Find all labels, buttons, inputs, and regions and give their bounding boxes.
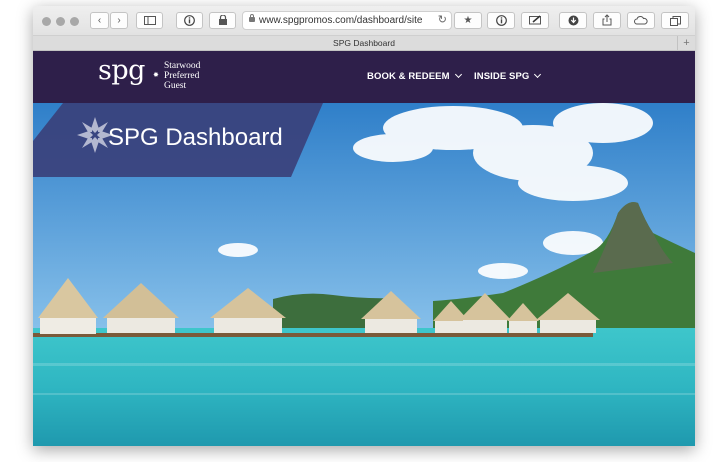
share-button[interactable] (593, 12, 621, 29)
tab-title[interactable]: SPG Dashboard (33, 36, 695, 51)
downloads-button[interactable] (559, 12, 587, 29)
logo-line-3: Guest (164, 81, 187, 91)
cloud-icon (634, 16, 648, 25)
logo-wordmark: spg (98, 55, 145, 86)
info-icon (184, 15, 195, 26)
sidebar-button[interactable] (136, 12, 163, 29)
url-text: www.spgpromos.com/dashboard/site (259, 15, 423, 26)
download-icon (568, 15, 578, 26)
site-navbar: spg ✸ Starwood Preferred Guest BOOK & RE… (33, 51, 695, 103)
logo-line-2: Preferred (164, 71, 200, 81)
reload-icon[interactable]: ↻ (438, 12, 447, 29)
minimize-window-button[interactable] (56, 17, 65, 26)
info-button[interactable] (487, 12, 515, 29)
logo-line-1: Starwood (164, 61, 201, 71)
menu-inside-spg-label: INSIDE SPG (474, 71, 530, 82)
menu-inside-spg[interactable]: INSIDE SPG (474, 70, 542, 82)
chevron-down-icon (534, 70, 542, 79)
share-icon (602, 14, 612, 26)
pencil-icon (528, 15, 541, 25)
page-title: SPG Dashboard (108, 124, 283, 151)
extension-icon (218, 14, 227, 25)
bookmark-button[interactable]: ★ (454, 12, 482, 29)
close-window-button[interactable] (42, 17, 51, 26)
browser-window: ‹ › www.spgpromos.com/dashboard/site ↻ ★ (33, 6, 695, 446)
forward-button[interactable]: › (110, 12, 128, 29)
address-bar[interactable]: www.spgpromos.com/dashboard/site ↻ (242, 11, 452, 30)
zoom-window-button[interactable] (70, 17, 79, 26)
logo-star-icon: ✸ (153, 72, 159, 79)
reader-button[interactable] (176, 12, 203, 29)
icloud-tabs-button[interactable] (627, 12, 655, 29)
logo-tagline: Starwood Preferred Guest (164, 61, 200, 91)
chevron-right-icon: › (117, 15, 121, 26)
lock-icon (249, 14, 255, 22)
chevron-left-icon: ‹ (97, 15, 102, 26)
back-button[interactable]: ‹ (90, 12, 109, 29)
extension-button[interactable] (209, 12, 236, 29)
tab-bar: SPG Dashboard + (33, 36, 695, 51)
star-icon: ★ (463, 15, 473, 26)
sidebar-icon (143, 16, 156, 25)
chevron-down-icon (454, 70, 462, 79)
hero-section: SPG Dashboard (33, 103, 695, 446)
edit-button[interactable] (521, 12, 549, 29)
menu-book-redeem[interactable]: BOOK & REDEEM (367, 70, 462, 82)
tab-overview-button[interactable] (661, 12, 689, 29)
info-icon (495, 15, 507, 26)
dashboard-banner: SPG Dashboard (33, 103, 695, 213)
menu-book-redeem-label: BOOK & REDEEM (367, 71, 450, 82)
new-tab-button[interactable]: + (677, 36, 695, 51)
browser-toolbar: ‹ › www.spgpromos.com/dashboard/site ↻ ★ (33, 6, 695, 36)
tabs-icon (669, 16, 681, 26)
